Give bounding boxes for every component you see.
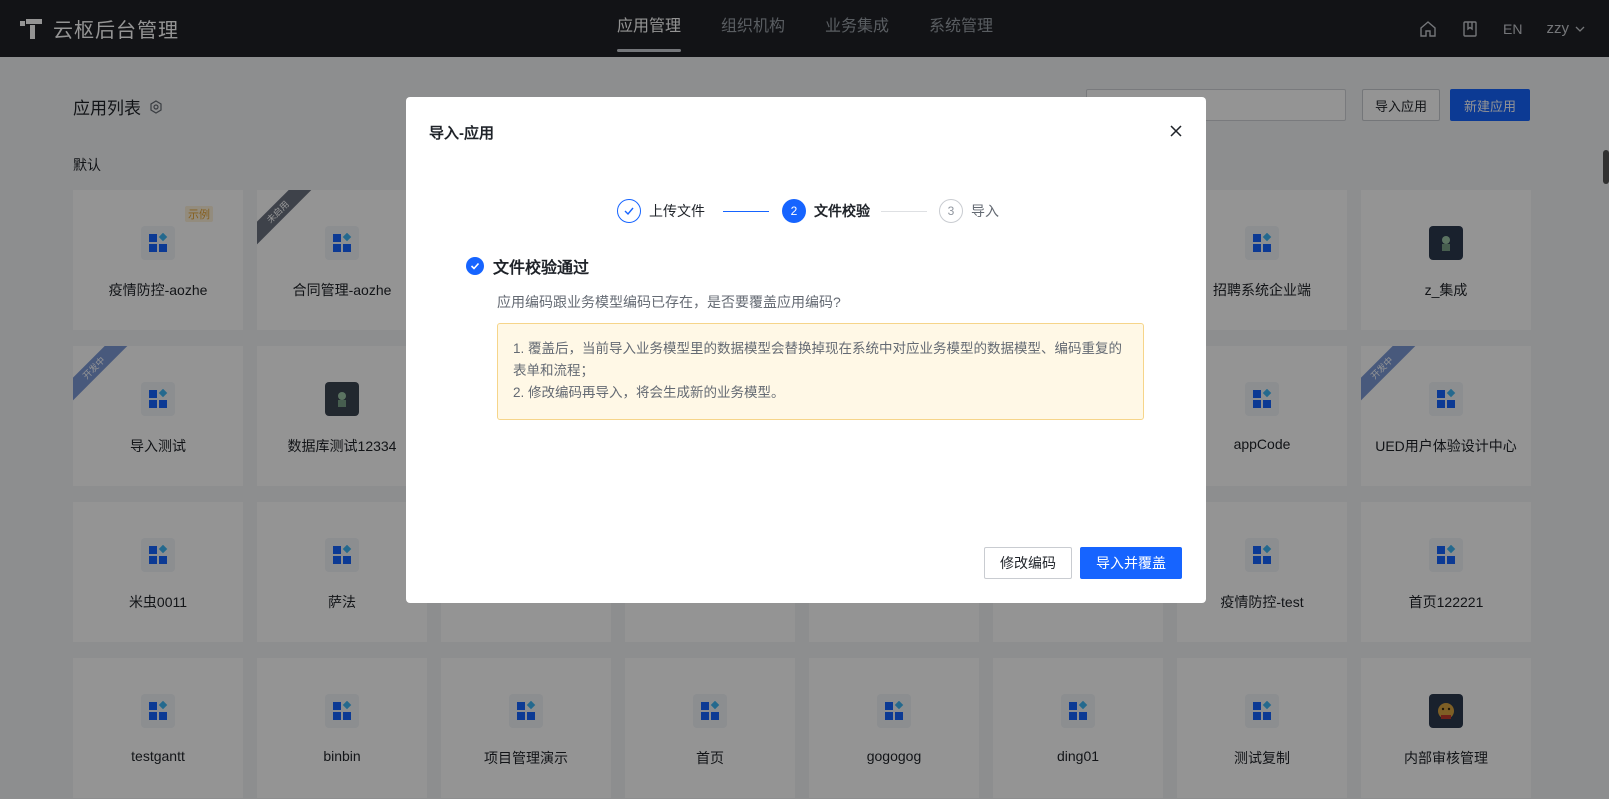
- step-label: 上传文件: [649, 203, 705, 219]
- result-description: 应用编码跟业务模型编码已存在，是否要覆盖应用编码?: [497, 294, 841, 310]
- import-app-modal: 导入-应用 上传文件 2 文件校验 3 导入 文件校验通过 应用编码跟业务模型编…: [406, 97, 1206, 603]
- step-upload: 上传文件: [617, 199, 705, 223]
- step-active-circle: 2: [782, 199, 806, 223]
- close-icon: [1170, 125, 1182, 137]
- warning-line: 1. 覆盖后，当前导入业务模型里的数据模型会替换掉现在系统中对应业务模型的数据模…: [513, 341, 1123, 378]
- modify-code-button[interactable]: 修改编码: [984, 547, 1072, 579]
- modal-title: 导入-应用: [429, 125, 494, 142]
- step-wait-circle: 3: [939, 199, 963, 223]
- step-label: 文件校验: [814, 203, 870, 219]
- step-done-circle: [617, 199, 641, 223]
- modal-footer: 修改编码 导入并覆盖: [984, 547, 1182, 579]
- close-button[interactable]: [1166, 121, 1186, 141]
- import-overwrite-button[interactable]: 导入并覆盖: [1080, 547, 1182, 579]
- step-connector: [723, 211, 769, 212]
- warning-box: 1. 覆盖后，当前导入业务模型里的数据模型会替换掉现在系统中对应业务模型的数据模…: [497, 323, 1144, 420]
- result-header: 文件校验通过: [466, 254, 589, 278]
- steps: 上传文件 2 文件校验 3 导入: [617, 199, 1017, 225]
- warning-line: 2. 修改编码再导入，将会生成新的业务模型。: [513, 385, 785, 400]
- step-verify: 2 文件校验: [782, 199, 870, 223]
- step-connector: [881, 211, 927, 212]
- step-import: 3 导入: [939, 199, 999, 223]
- check-icon: [624, 207, 634, 216]
- step-label: 导入: [971, 203, 999, 219]
- check-circle-icon: [466, 257, 484, 275]
- result-title: 文件校验通过: [493, 260, 590, 277]
